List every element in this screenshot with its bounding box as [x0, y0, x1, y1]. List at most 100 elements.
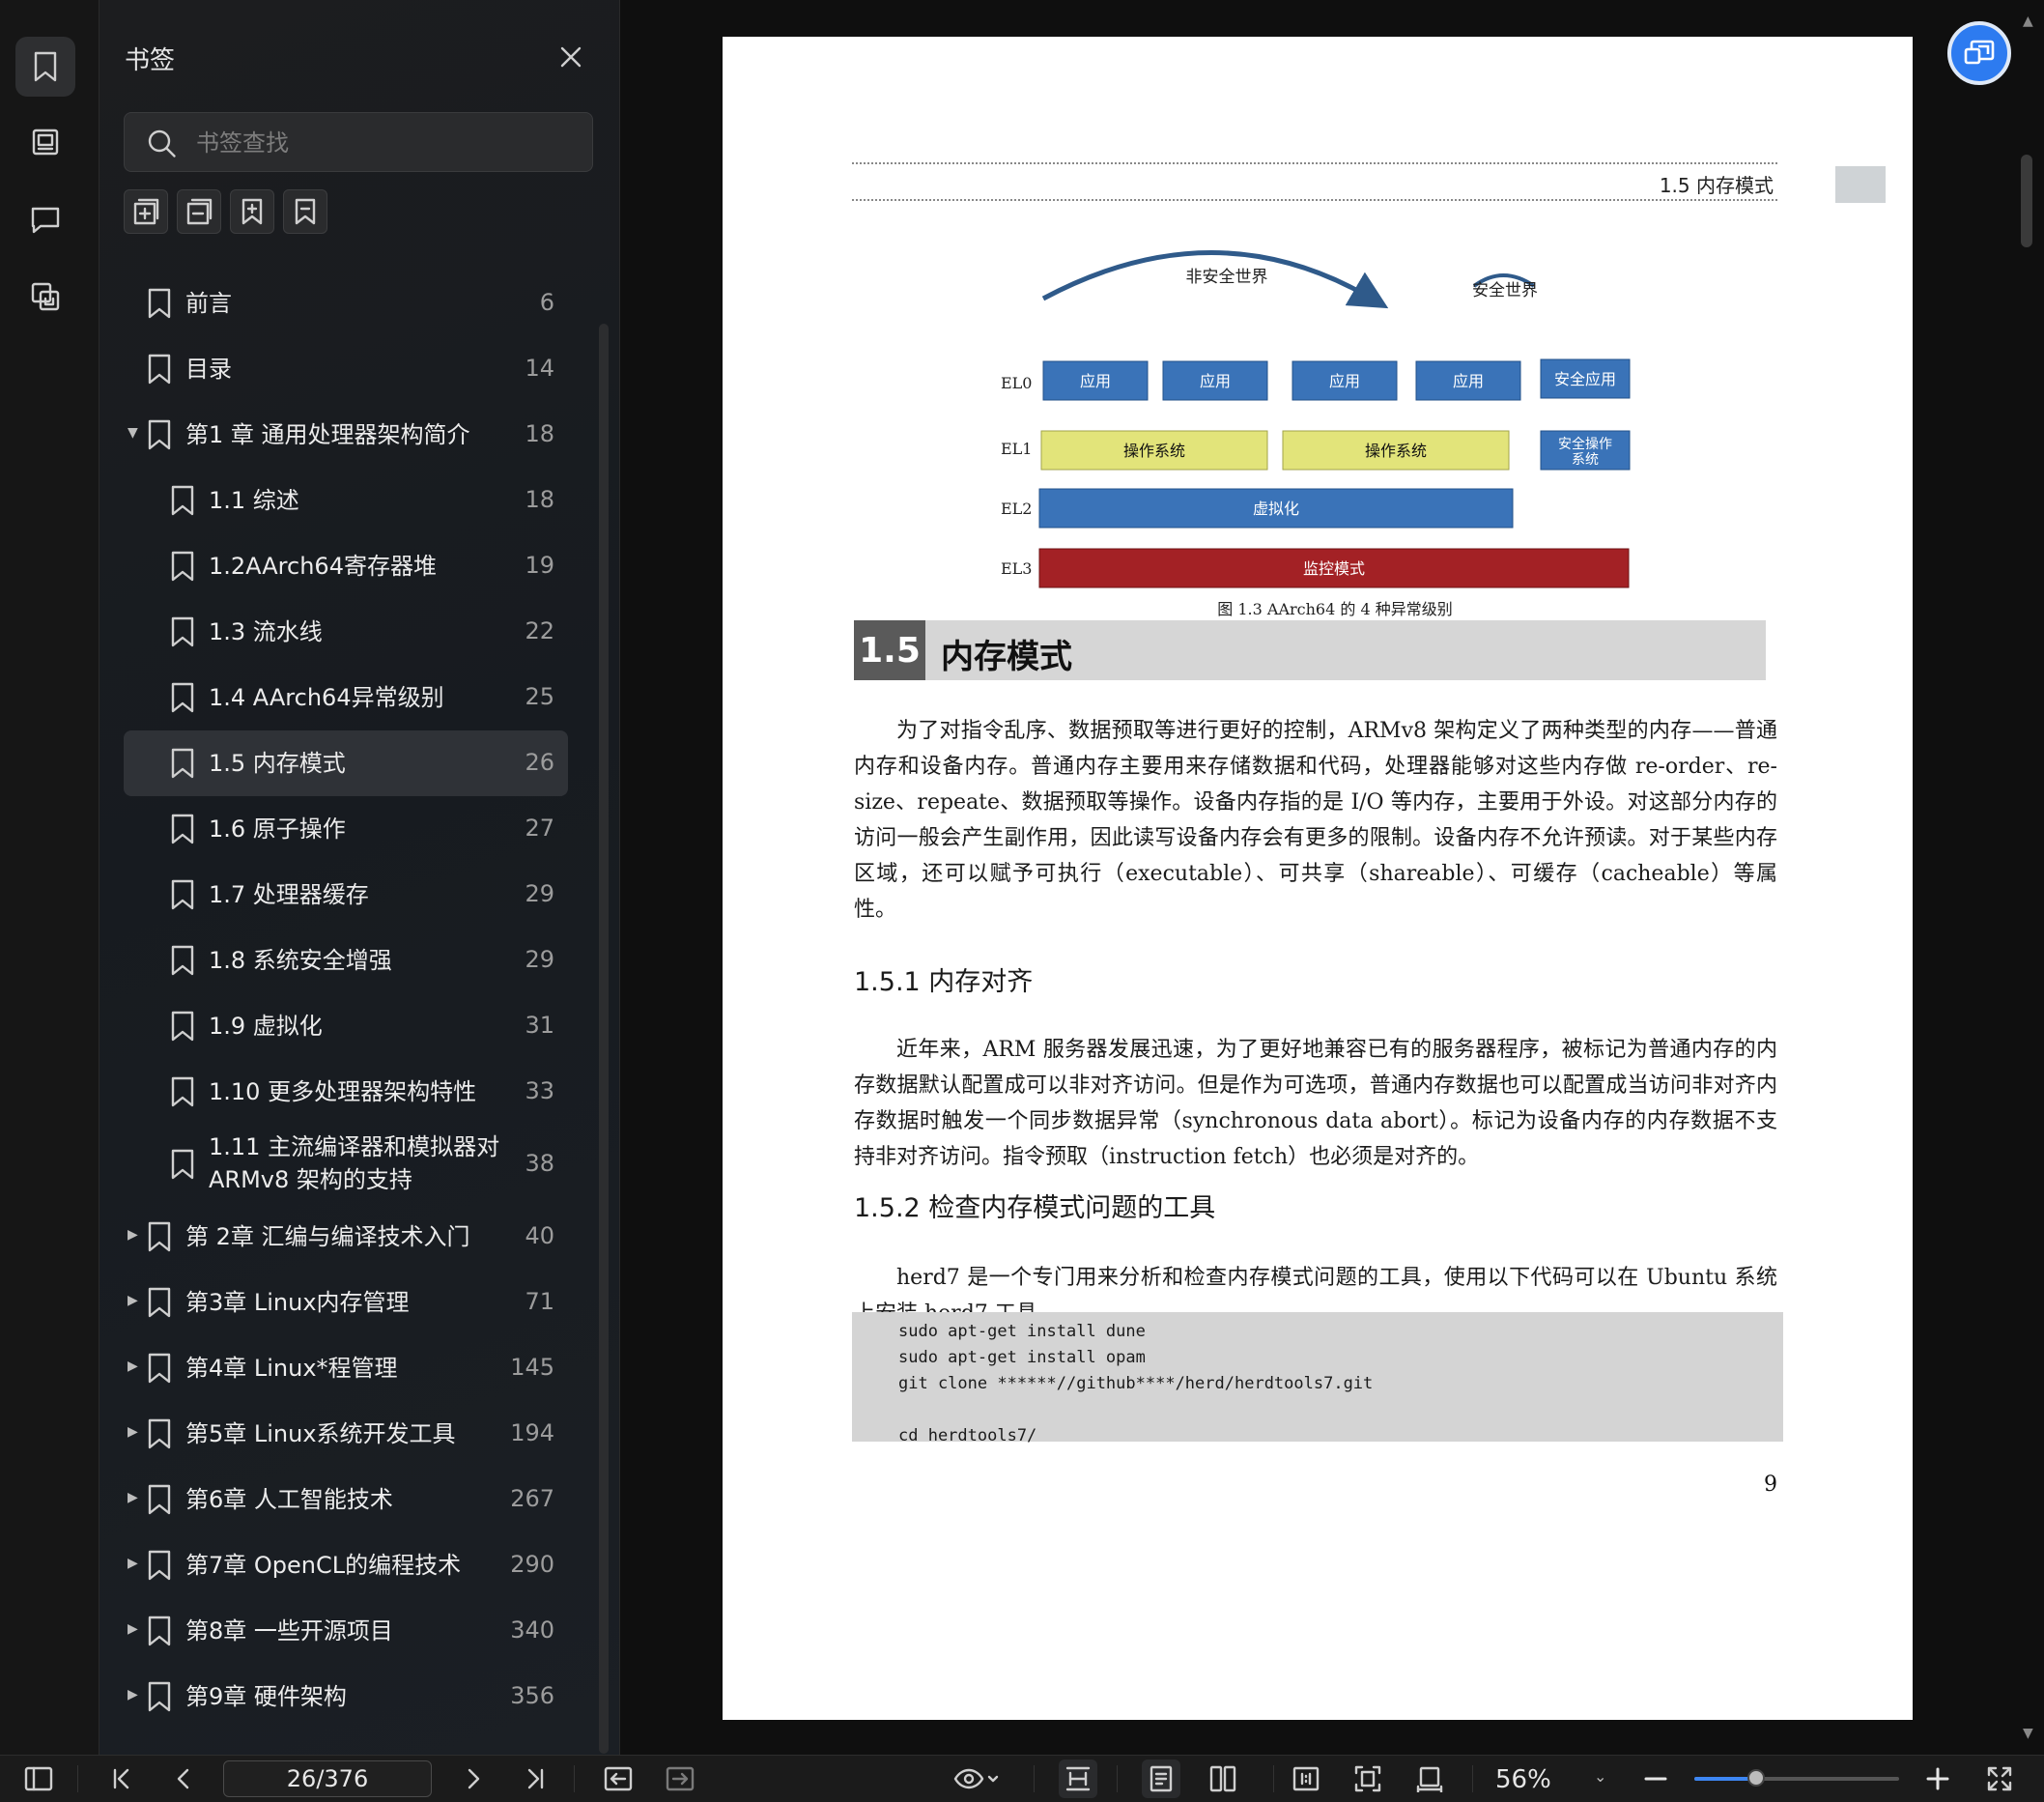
bookmark-page-number: 71 — [525, 1288, 554, 1315]
subsection-1-title: 1.5.1 内存对齐 — [854, 967, 1034, 997]
caret-right-icon[interactable]: ▶ — [128, 1621, 147, 1637]
bookmark-page-number: 29 — [525, 946, 554, 973]
float-action-button[interactable] — [1947, 21, 2011, 85]
bookmark-page-number: 18 — [525, 486, 554, 513]
zoom-in-button[interactable] — [1922, 1763, 1953, 1794]
bookmark-icon — [148, 1221, 171, 1252]
first-page-button[interactable] — [106, 1763, 137, 1794]
bookmark-item[interactable]: 1.3 流水线 22 — [124, 599, 568, 665]
caret-right-icon[interactable]: ▶ — [128, 1687, 147, 1702]
bookmark-item[interactable]: ▶ 第4章 Linux*程管理 145 — [124, 1335, 568, 1401]
rail-thumbnail-button[interactable] — [15, 112, 75, 172]
add-bookmark-button[interactable] — [230, 189, 274, 234]
bookmark-item[interactable]: ▶ 第9章 硬件架构 356 — [124, 1664, 568, 1730]
el1-os-2: 操作系统 — [1365, 442, 1427, 460]
bookmark-item[interactable]: 1.8 系统安全增强 29 — [124, 928, 568, 993]
fit-width-button[interactable] — [1414, 1763, 1445, 1794]
bookmark-panel: 书签 前言 6 目录 14 ▼ 第1 章 通用处理器架构简介 18 1.1 综述 18 1.2AA… — [99, 0, 620, 1755]
remove-bookmark-button[interactable] — [283, 189, 327, 234]
double-page-button[interactable] — [1207, 1763, 1238, 1794]
continuous-scroll-icon — [1065, 1766, 1091, 1791]
last-page-icon — [527, 1768, 544, 1789]
bookmark-item[interactable]: 前言 6 — [124, 271, 568, 336]
rail-extract-button[interactable] — [15, 267, 75, 327]
bookmark-label: 前言 — [185, 290, 232, 317]
zoom-level[interactable]: 56% — [1495, 1765, 1551, 1794]
caret-right-icon[interactable]: ▶ — [128, 1227, 147, 1243]
caret-right-icon[interactable]: ▶ — [128, 1424, 147, 1440]
code-line: cd herdtools7/ — [898, 1426, 1037, 1445]
close-panel-button[interactable] — [556, 43, 585, 72]
caret-right-icon[interactable]: ▶ — [128, 1556, 147, 1571]
caret-right-icon[interactable]: ▶ — [128, 1490, 147, 1505]
bookmark-item[interactable]: 目录 14 — [124, 336, 568, 402]
caret-down-icon[interactable]: ▼ — [128, 425, 147, 441]
rail-comment-button[interactable] — [15, 189, 75, 249]
forward-button[interactable] — [665, 1763, 696, 1794]
bookmark-item[interactable]: 1.9 虚拟化 31 — [124, 993, 568, 1059]
zoom-dropdown-icon[interactable]: ⌄ — [1594, 1767, 1606, 1786]
bookmark-label: 第4章 Linux*程管理 — [185, 1355, 398, 1382]
el3-row: 监控模式 — [1038, 548, 1630, 588]
bookmark-item[interactable]: 1.7 处理器缓存 29 — [124, 862, 568, 928]
toggle-sidebar-button[interactable] — [23, 1763, 54, 1794]
collapse-all-button[interactable] — [177, 189, 221, 234]
el0-app-4: 应用 — [1453, 372, 1484, 390]
bookmark-label: 第3章 Linux内存管理 — [185, 1289, 410, 1316]
bookmark-page-number: 356 — [510, 1682, 554, 1709]
bookmark-item[interactable]: 1.5 内存模式 26 — [124, 730, 568, 796]
bookmark-icon — [171, 1011, 194, 1042]
code-line: sudo apt-get install dune — [898, 1322, 1146, 1341]
back-button[interactable] — [603, 1763, 634, 1794]
el1-secure-os-line2: 系统 — [1572, 452, 1599, 468]
previous-page-button[interactable] — [168, 1763, 199, 1794]
bookmark-search[interactable] — [124, 112, 593, 172]
caret-right-icon[interactable]: ▶ — [128, 1293, 147, 1308]
scroll-up-arrow[interactable]: ▲ — [2023, 14, 2033, 29]
el0-row: 应用 应用 应用 应用 安全应用 — [1042, 358, 1631, 401]
panel-scrollbar[interactable] — [599, 324, 609, 1754]
caret-right-icon[interactable]: ▶ — [128, 1359, 147, 1374]
bookmark-item[interactable]: ▶ 第5章 Linux系统开发工具 194 — [124, 1401, 568, 1467]
bookmark-icon — [148, 1484, 171, 1515]
el1-secure-os-line1: 安全操作 — [1558, 436, 1612, 452]
bookmark-item[interactable]: ▶ 第8章 一些开源项目 340 — [124, 1598, 568, 1664]
expand-all-button[interactable] — [124, 189, 168, 234]
bookmark-item[interactable]: ▶ 第6章 人工智能技术 267 — [124, 1467, 568, 1532]
bookmark-item[interactable]: 1.10 更多处理器架构特性 33 — [124, 1059, 568, 1125]
fullscreen-button[interactable] — [1984, 1763, 2015, 1794]
single-page-button[interactable] — [1146, 1763, 1177, 1794]
zoom-slider-knob[interactable] — [1746, 1769, 1765, 1787]
bookmark-label: 1.9 虚拟化 — [209, 1013, 323, 1040]
bookmark-item[interactable]: 1.6 原子操作 27 — [124, 796, 568, 862]
page-number-input[interactable] — [223, 1760, 432, 1797]
bookmark-item[interactable]: 1.1 综述 18 — [124, 468, 568, 533]
zoom-out-button[interactable] — [1640, 1763, 1671, 1794]
actual-size-icon — [1292, 1766, 1320, 1791]
continuous-scroll-button[interactable] — [1063, 1763, 1093, 1794]
next-page-button[interactable] — [458, 1763, 489, 1794]
scroll-down-arrow[interactable]: ▼ — [2023, 1726, 2033, 1741]
bookmark-icon — [171, 616, 194, 647]
bookmark-item[interactable]: ▶ 第7章 OpenCL的编程技术 290 — [124, 1532, 568, 1598]
reading-mode-button[interactable] — [952, 1763, 1001, 1794]
el3-label: EL3 — [1001, 559, 1032, 578]
document-scrollbar[interactable] — [2021, 155, 2032, 247]
last-page-button[interactable] — [520, 1763, 551, 1794]
actual-size-button[interactable] — [1291, 1763, 1321, 1794]
fit-page-button[interactable] — [1352, 1763, 1383, 1794]
bookmark-icon — [148, 1550, 171, 1581]
minus-icon — [1644, 1777, 1667, 1781]
bookmark-item[interactable]: ▼ 第1 章 通用处理器架构简介 18 — [124, 402, 568, 468]
bookmark-item[interactable]: 1.2AArch64寄存器堆 19 — [124, 533, 568, 599]
bookmark-label: 1.8 系统安全增强 — [209, 947, 392, 974]
zoom-slider[interactable] — [1694, 1769, 1899, 1787]
bookmark-item[interactable]: 1.11 主流编译器和模拟器对ARMv8 架构的支持 38 — [124, 1125, 568, 1204]
bookmark-search-input[interactable] — [194, 123, 575, 163]
bookmark-item[interactable]: 1.4 AArch64异常级别 25 — [124, 665, 568, 730]
bookmark-item[interactable]: ▶ 第 2章 汇编与编译技术入门 40 — [124, 1204, 568, 1270]
rail-bookmark-button[interactable] — [15, 37, 75, 97]
bookmark-item[interactable]: ▶ 第3章 Linux内存管理 71 — [124, 1270, 568, 1335]
code-line: sudo apt-get install opam — [898, 1348, 1146, 1367]
double-page-icon — [1209, 1765, 1236, 1792]
